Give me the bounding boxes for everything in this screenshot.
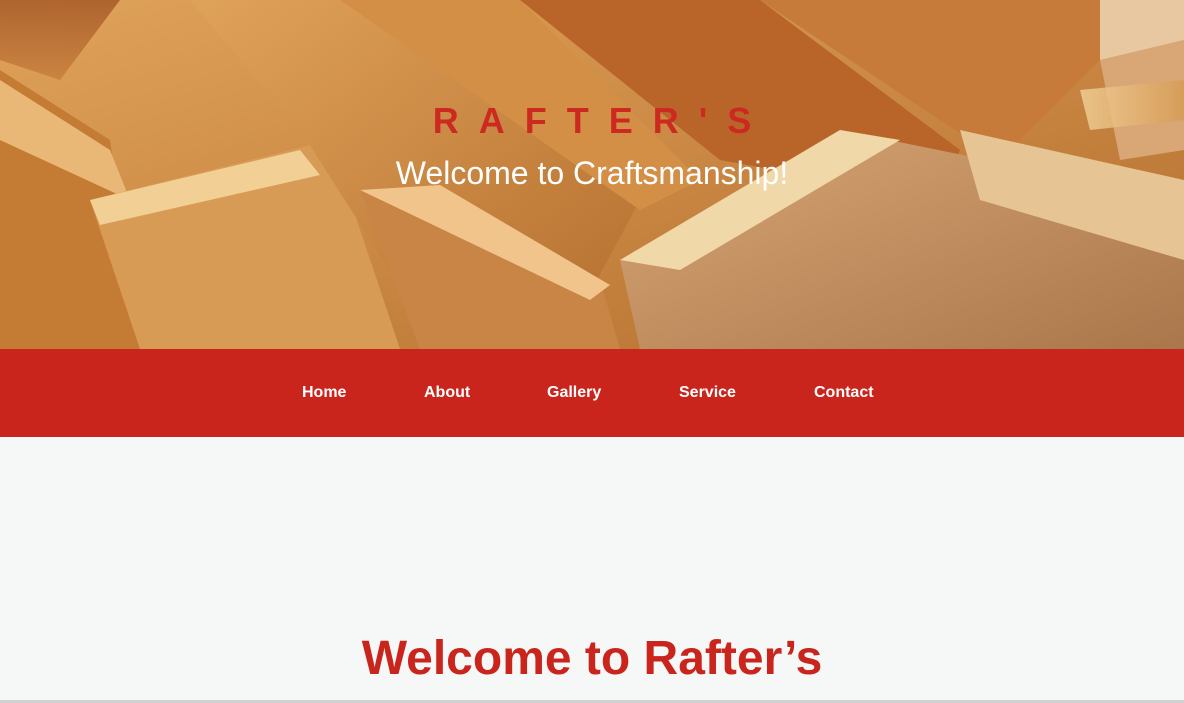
nav-item-home[interactable]: Home [302, 349, 346, 437]
nav-item-service[interactable]: Service [679, 349, 736, 437]
main-content: Welcome to Rafter’s [0, 437, 1184, 703]
welcome-heading: Welcome to Rafter’s [361, 632, 823, 685]
main-navigation: Home About Gallery Service Contact [0, 349, 1184, 437]
hero-banner: RAFTER'S Welcome to Craftsmanship! [0, 0, 1184, 349]
nav-item-about[interactable]: About [424, 349, 470, 437]
hero-tagline: Welcome to Craftsmanship! [395, 155, 789, 191]
nav-item-contact[interactable]: Contact [814, 349, 874, 437]
nav-item-gallery[interactable]: Gallery [547, 349, 601, 437]
site-brand: RAFTER'S [432, 100, 772, 141]
